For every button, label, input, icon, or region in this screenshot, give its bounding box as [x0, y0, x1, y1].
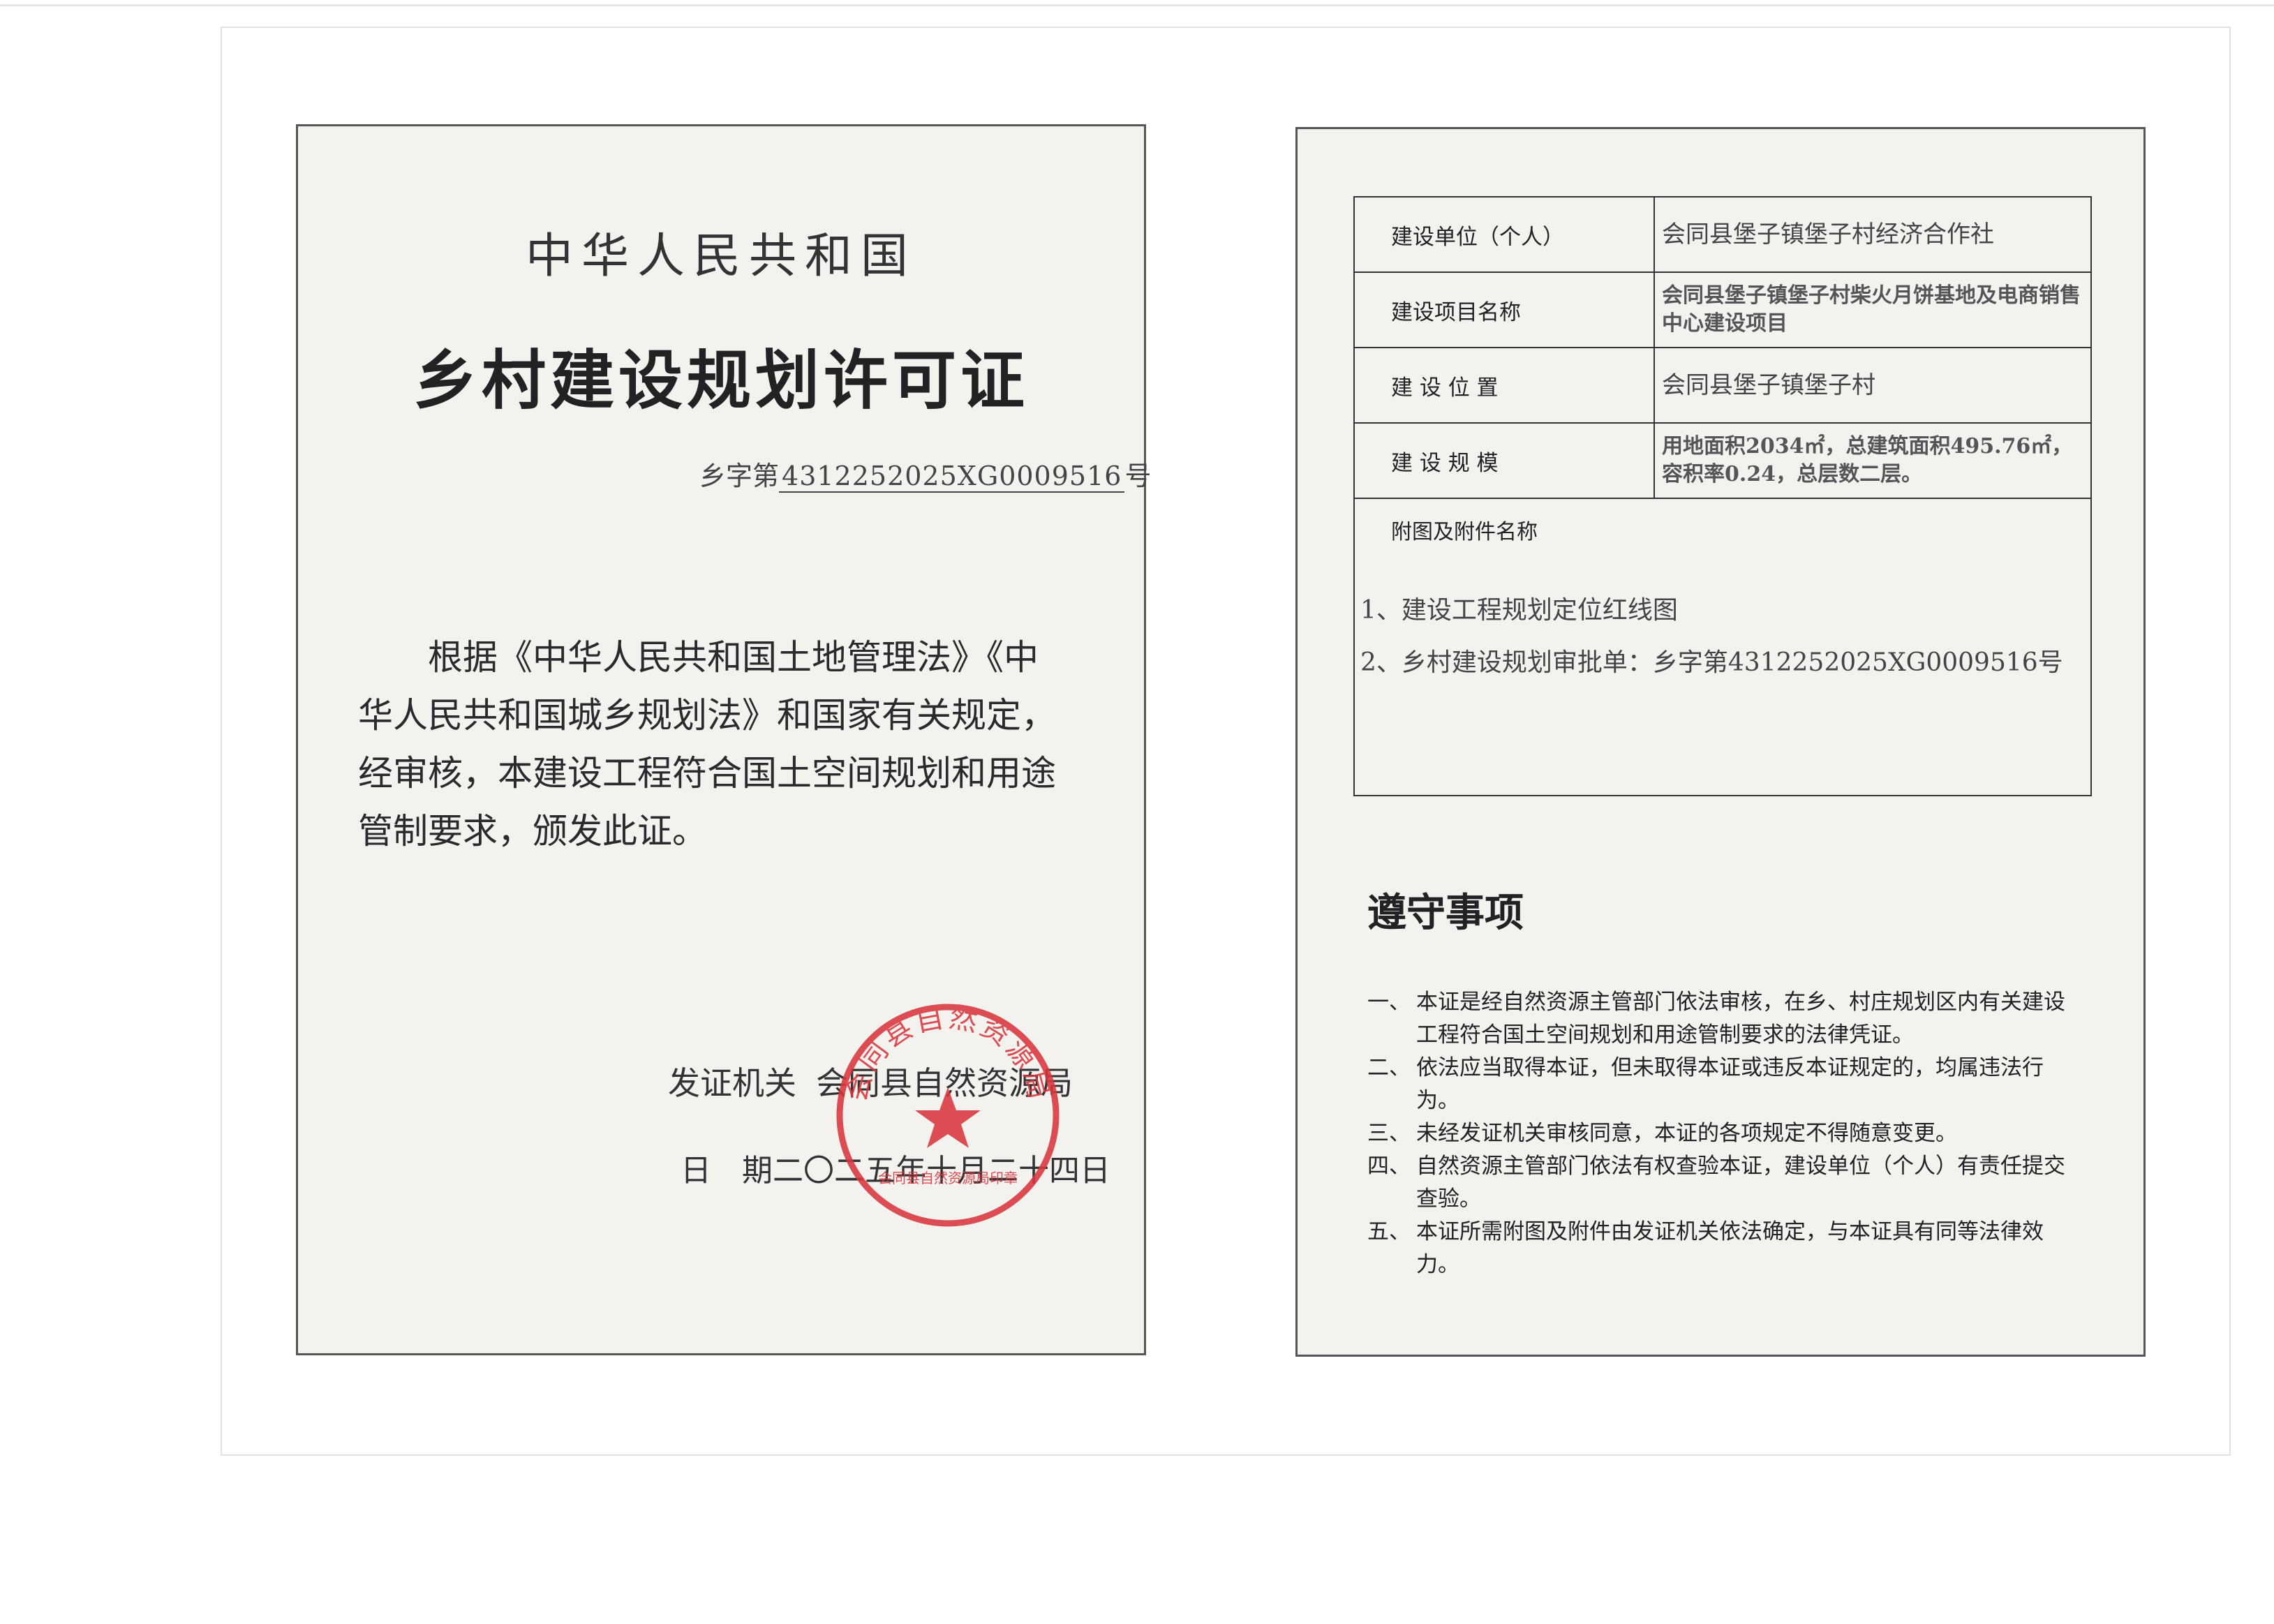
- rule-number: 五、: [1367, 1219, 1411, 1244]
- official-seal-stamp: 会同县自然资源局 会同县自然资源局印章: [836, 1001, 1060, 1227]
- row-label: 建 设 位 置: [1353, 347, 1655, 424]
- row-label: 建设项目名称: [1353, 271, 1655, 348]
- row-value: 会同县堡子镇堡子村经济合作社: [1654, 196, 2092, 273]
- table-row: 建 设 规 模 用地面积2034㎡，总建筑面积495.76㎡，容积率0.24，总…: [1353, 422, 2092, 499]
- number-suffix: 号: [1124, 461, 1152, 491]
- table-row: 建设项目名称 会同县堡子镇堡子村柴火月饼基地及电商销售中心建设项目: [1353, 271, 2092, 348]
- rule-item: 一、 本证是经自然资源主管部门依法审核，在乡、村庄规划区内有关建设工程符合国土空间…: [1367, 986, 2072, 1052]
- body-line: 根据《中华人民共和国土地管理法》《中: [428, 637, 1039, 678]
- star-icon: [915, 1087, 981, 1148]
- seal-bottom-text: 会同县自然资源局印章: [878, 1170, 1018, 1186]
- rule-item: 五、 本证所需附图及附件由发证机关依法确定，与本证具有同等法律效力。: [1367, 1216, 2072, 1281]
- attachment-item: 2、乡村建设规划审批单：乡字第4312252025XG0009516号: [1360, 648, 2063, 677]
- date-label: 日 期: [681, 1153, 773, 1189]
- country-name: 中华人民共和国: [525, 229, 916, 284]
- body-line: 经审核，本建设工程符合国土空间规划和用途: [358, 753, 1056, 794]
- body-line: 管制要求，颁发此证。: [358, 811, 707, 851]
- certificate-title: 乡村建设规划许可证: [413, 343, 1029, 418]
- scan-edge-line: [0, 4, 2274, 6]
- table-row: 建 设 位 置 会同县堡子镇堡子村: [1353, 347, 2092, 424]
- rule-item: 四、 自然资源主管部门依法有权查验本证，建设单位（个人）有责任提交查验。: [1367, 1150, 2072, 1216]
- certificate-body: 根据《中华人民共和国土地管理法》《中 华人民共和国城乡规划法》和国家有关规定， …: [358, 629, 1098, 861]
- project-info-table: 建设单位（个人） 会同县堡子镇堡子村经济合作社 建设项目名称 会同县堡子镇堡子村…: [1353, 196, 2092, 796]
- number-value: 4312252025XG0009516: [779, 461, 1125, 493]
- attachments-cell: 附图及附件名称 1、建设工程规划定位红线图 2、乡村建设规划审批单：乡字第431…: [1353, 498, 2092, 796]
- rule-text: 自然资源主管部门依法有权查验本证，建设单位（个人）有责任提交查验。: [1416, 1154, 2065, 1212]
- body-line: 华人民共和国城乡规划法》和国家有关规定，: [358, 695, 1056, 736]
- rule-number: 一、: [1367, 990, 1411, 1015]
- rule-item: 三、 未经发证机关审核同意，本证的各项规定不得随意变更。: [1367, 1117, 2072, 1150]
- row-label: 建 设 规 模: [1353, 422, 1655, 499]
- certificate-number: 乡字第 4312252025XG0009516 号: [699, 454, 1151, 493]
- rule-number: 三、: [1367, 1121, 1411, 1146]
- row-value: 用地面积2034㎡，总建筑面积495.76㎡，容积率0.24，总层数二层。: [1654, 422, 2092, 499]
- row-label: 建设单位（个人）: [1353, 196, 1655, 273]
- number-prefix: 乡字第: [699, 461, 780, 491]
- table-row: 建设单位（个人） 会同县堡子镇堡子村经济合作社: [1353, 196, 2092, 273]
- rules-list: 一、 本证是经自然资源主管部门依法审核，在乡、村庄规划区内有关建设工程符合国土空间…: [1367, 986, 2072, 1281]
- row-value: 会同县堡子镇堡子村柴火月饼基地及电商销售中心建设项目: [1654, 271, 2092, 348]
- rule-text: 本证所需附图及附件由发证机关依法确定，与本证具有同等法律效力。: [1416, 1219, 2044, 1277]
- certificate-back-page: 建设单位（个人） 会同县堡子镇堡子村经济合作社 建设项目名称 会同县堡子镇堡子村…: [1295, 127, 2146, 1357]
- rule-number: 四、: [1367, 1154, 1411, 1179]
- issuer-label: 发证机关: [668, 1064, 796, 1102]
- rule-number: 二、: [1367, 1055, 1411, 1080]
- rule-item: 二、 依法应当取得本证，但未取得本证或违反本证规定的，均属违法行为。: [1367, 1052, 2072, 1117]
- rule-text: 本证是经自然资源主管部门依法审核，在乡、村庄规划区内有关建设工程符合国土空间规划…: [1416, 990, 2065, 1048]
- attachment-item: 1、建设工程规划定位红线图: [1360, 596, 1678, 625]
- certificate-front-page: 中华人民共和国 乡村建设规划许可证 乡字第 4312252025XG0009516…: [296, 124, 1151, 1355]
- attachments-row: 附图及附件名称 1、建设工程规划定位红线图 2、乡村建设规划审批单：乡字第431…: [1353, 498, 2092, 796]
- rule-text: 依法应当取得本证，但未取得本证或违反本证规定的，均属违法行为。: [1416, 1055, 2044, 1113]
- rule-text: 未经发证机关审核同意，本证的各项规定不得随意变更。: [1416, 1121, 1957, 1146]
- attachments-title: 附图及附件名称: [1391, 520, 1538, 544]
- row-value: 会同县堡子镇堡子村: [1654, 347, 2092, 424]
- rules-title: 遵守事项: [1367, 891, 1524, 936]
